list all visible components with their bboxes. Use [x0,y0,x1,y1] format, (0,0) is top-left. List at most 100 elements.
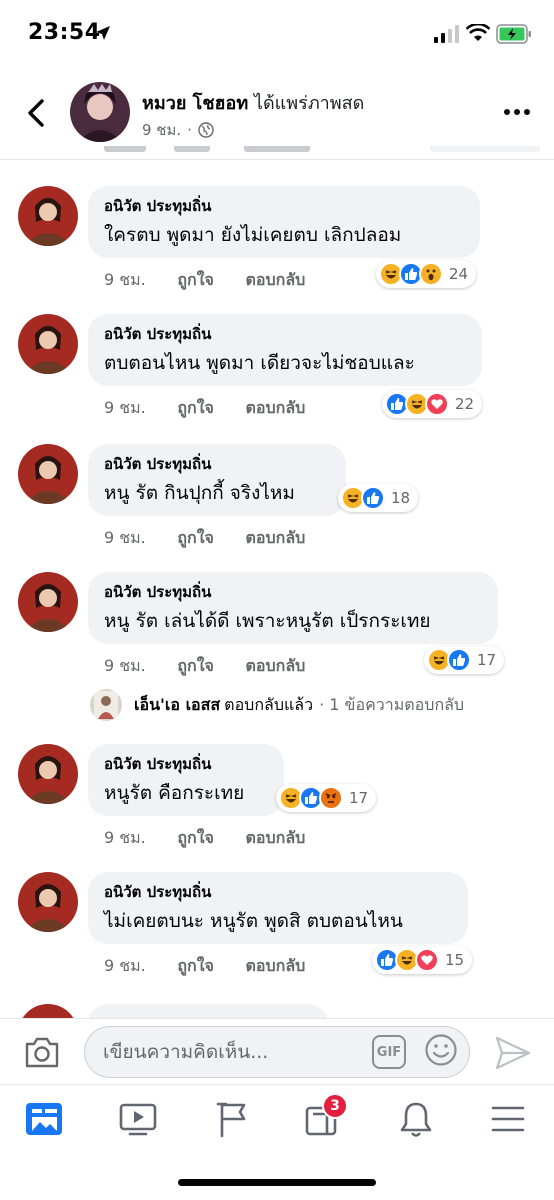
comment-author[interactable]: อนิวัต ประทุมถิ่น [104,754,268,774]
comment-text: ใครตบ พูดมา ยังไม่เคยตบ เลิกปลอม [104,224,402,246]
like-button[interactable]: ถูกใจ [177,528,214,547]
comment-composer: เขียนความคิดเห็น... GIF [0,1018,554,1084]
comment-actions: 9 ชม. ถูกใจ ตอบกลับ [104,526,331,551]
comment-author[interactable]: อนิวัต ประทุมถิ่น [104,324,466,344]
reply-button[interactable]: ตอบกลับ [245,528,305,547]
reaction-count: 17 [349,789,369,807]
status-time: 23:54 [28,20,101,45]
comment-author[interactable]: อนิวัต ประทุมถิ่น [104,882,452,902]
tab-menu[interactable] [486,1097,530,1141]
tab-pages[interactable] [210,1097,254,1141]
comment-bubble[interactable]: อนิวัต ประทุมถิ่น ใครตบ พูดมา ยังไม่เคยต… [88,186,480,258]
flag-icon [216,1102,246,1138]
bottom-tab-bar: 3 [0,1084,554,1200]
author-name[interactable]: หมวย โชฮอท [142,93,248,114]
wifi-icon [466,24,490,41]
comment-actions: 9 ชม. ถูกใจ ตอบกลับ [104,954,331,979]
commenter-avatar[interactable] [18,314,78,374]
angry-reaction-icon [319,786,343,810]
reply-button[interactable]: ตอบกลับ [245,828,305,847]
tab-news-feed[interactable] [22,1097,66,1141]
comment-author[interactable]: อนิวัต ประทุมถิ่น [104,582,482,602]
comment-text: ตบตอนไหน พูดมา เดียวจะไม่ชอบและ [104,352,415,374]
comment-time: 9 ชม. [104,828,146,847]
more-options-button[interactable] [500,102,534,122]
comment-actions: 9 ชม. ถูกใจ ตอบกลับ [104,268,331,293]
reply-button[interactable]: ตอบกลับ [245,956,305,975]
chevron-left-icon [28,99,44,127]
like-button[interactable]: ถูกใจ [177,398,214,417]
like-button[interactable]: ถูกใจ [177,956,214,975]
status-bar: 23:54 [0,0,554,66]
comment-bubble[interactable]: อนิวัต ประทุมถิ่น ตบตอนไหน พูดมา เดียวจะ… [88,314,482,386]
reply-status: ตอบกลับแล้ว [224,694,314,714]
previous-comment-fragment [100,146,554,160]
reaction-summary[interactable]: 17 [276,784,377,812]
home-indicator [178,1179,376,1186]
comment-time: 9 ชม. [104,956,146,975]
commenter-avatar[interactable] [18,872,78,932]
reaction-count: 15 [445,951,465,969]
tab-watch[interactable] [116,1097,160,1141]
like-button[interactable]: ถูกใจ [177,270,214,289]
wow-reaction-icon [419,262,443,286]
meta-separator: · [187,121,192,139]
comment-text: ไม่เคยตบนะ หนูรัต พูดสิ ตบตอนไหน [104,910,403,932]
comment-author[interactable]: อนิวัต ประทุมถิ่น [104,454,330,474]
send-icon[interactable] [494,1035,532,1071]
next-comment-fragment [0,1002,554,1018]
news-feed-icon [26,1103,62,1135]
comment-author[interactable]: อนิวัต ประทุมถิ่น [104,196,464,216]
commenter-avatar[interactable] [18,572,78,632]
comment-bubble[interactable]: อนิวัต ประทุมถิ่น หนู รัต กินปุกกี้ จริง… [88,444,346,516]
comment-bubble[interactable]: อนิวัต ประทุมถิ่น ไม่เคยตบนะ หนูรัต พูดส… [88,872,468,944]
reaction-summary[interactable]: 22 [382,390,483,418]
commenter-avatar[interactable] [18,744,78,804]
comment-time: 9 ชม. [104,528,146,547]
reply-count: · 1 ข้อความตอบกลับ [319,694,465,714]
comment-bubble[interactable]: อนิวัต ประทุมถิ่น หนูรัต คือกระเทย [88,744,284,816]
reaction-count: 22 [455,395,475,413]
view-replies-link[interactable]: เอ็น'เอ เอสส ตอบกลับแล้ว · 1 ข้อความตอบก… [90,688,464,722]
reaction-summary[interactable]: 17 [424,646,505,674]
back-button[interactable] [22,96,50,130]
reply-button[interactable]: ตอบกลับ [245,270,305,289]
post-time[interactable]: 9 ชม. [142,118,181,142]
reply-author: เอ็น'เอ เอสส [134,694,221,714]
post-title: หมวย โชฮอท ได้แพร่ภาพสด [142,88,364,117]
notification-badge: 3 [322,1093,348,1119]
camera-icon[interactable] [24,1035,60,1069]
location-arrow-icon [96,26,110,40]
comment-actions: 9 ชม. ถูกใจ ตอบกลับ [104,396,331,421]
cellular-signal-icon [434,25,459,43]
commenter-avatar[interactable] [18,186,78,246]
commenter-avatar[interactable] [18,444,78,504]
more-dot-icon [524,109,530,115]
like-reaction-icon [447,648,471,672]
more-dot-icon [504,109,510,115]
tab-notifications[interactable] [394,1097,438,1141]
comment-actions: 9 ชม. ถูกใจ ตอบกลับ [104,826,331,851]
comment-text: หนู รัต กินปุกกี้ จริงไหม [104,482,295,504]
author-avatar[interactable] [70,82,130,142]
like-button[interactable]: ถูกใจ [177,828,214,847]
like-reaction-icon [361,486,385,510]
love-reaction-icon [415,948,439,972]
comment-text: หนูรัต คือกระเทย [104,782,245,804]
emoji-icon[interactable] [424,1033,458,1067]
reaction-summary[interactable]: 24 [376,260,477,288]
comment-bubble[interactable]: อนิวัต ประทุมถิ่น หนู รัต เล่นได้ดี เพรา… [88,572,498,644]
like-button[interactable]: ถูกใจ [177,656,214,675]
hamburger-menu-icon [491,1106,525,1132]
reply-button[interactable]: ตอบกลับ [245,398,305,417]
reply-button[interactable]: ตอบกลับ [245,656,305,675]
comment-input[interactable]: เขียนความคิดเห็น... [84,1026,470,1078]
reply-avatar [90,689,122,721]
reaction-count: 18 [391,489,411,507]
gif-button[interactable]: GIF [372,1035,406,1069]
battery-charging-icon [496,24,531,44]
reaction-summary[interactable]: 18 [338,484,419,512]
reaction-summary[interactable]: 15 [372,946,473,974]
bell-icon [400,1102,432,1137]
comment-time: 9 ชม. [104,398,146,417]
